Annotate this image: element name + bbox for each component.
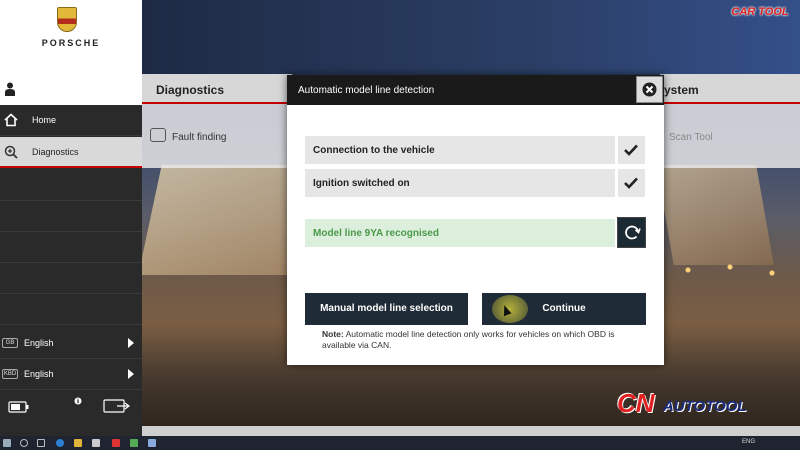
manual-model-line-selection-button[interactable]: Manual model line selection — [305, 293, 468, 325]
check-status — [618, 169, 645, 197]
tab-label: ystem — [664, 83, 699, 97]
status-strip — [142, 426, 800, 436]
sidebar-item-home[interactable]: Home — [0, 105, 142, 136]
porsche-crest-icon — [57, 7, 77, 32]
language-label: English — [24, 338, 54, 348]
sidebar-empty-slot — [0, 294, 142, 325]
note-text: Automatic model line detection only work… — [322, 329, 615, 350]
refresh-button[interactable] — [617, 217, 646, 248]
sidebar-empty-slot — [0, 170, 142, 201]
model-line-detection-dialog: Automatic model line detection Connectio… — [287, 75, 664, 365]
vci-connection-icon[interactable] — [103, 399, 131, 415]
dialog-note: Note: Automatic model line detection onl… — [322, 329, 642, 351]
chevron-right-icon — [128, 338, 134, 348]
windows-taskbar: ENG — [0, 436, 800, 450]
close-icon — [642, 82, 657, 97]
file-explorer-icon[interactable] — [74, 439, 82, 447]
language-label: English — [24, 369, 54, 379]
sidebar-item-diagnostics[interactable]: Diagnostics — [0, 137, 142, 168]
continue-label: Continue — [542, 303, 586, 314]
sidebar-item-label: Diagnostics — [32, 147, 79, 157]
scan-tool-link[interactable]: Scan Tool — [669, 132, 713, 143]
app-icon[interactable] — [112, 439, 120, 447]
watermark-cn: CN — [617, 388, 655, 418]
app-icon[interactable] — [148, 439, 156, 447]
check-connection: Connection to the vehicle — [305, 136, 615, 164]
app-icon[interactable] — [130, 439, 138, 447]
tab-system[interactable]: ystem — [660, 74, 800, 104]
fault-finding-icon — [150, 128, 166, 142]
watermark-autotool: AUTOTOOL — [663, 398, 747, 415]
refresh-icon — [625, 225, 641, 240]
note-label: Note: — [322, 329, 344, 339]
language-selector-keyboard[interactable]: KBD English — [0, 359, 142, 390]
input-language[interactable]: ENG — [742, 439, 755, 445]
home-icon — [4, 113, 18, 127]
check-label: Connection to the vehicle — [313, 145, 435, 156]
checkmark-icon — [624, 177, 638, 189]
logo-area: PORSCHE — [0, 0, 142, 74]
language-selector-gb[interactable]: GB English — [0, 328, 142, 359]
gb-flag-icon: GB — [2, 338, 18, 348]
store-icon[interactable] — [92, 439, 100, 447]
fault-finding-link[interactable]: Fault finding — [172, 132, 226, 143]
status-row — [0, 392, 142, 423]
brand-name: PORSCHE — [41, 38, 101, 48]
check-ignition: Ignition switched on — [305, 169, 615, 197]
chevron-right-icon — [128, 369, 134, 379]
watermark-car-tool: CAR TOOL — [731, 6, 789, 18]
sidebar-empty-slot — [0, 201, 142, 232]
tab-diagnostics[interactable]: Diagnostics — [142, 74, 292, 104]
sidebar-empty-slot — [0, 263, 142, 294]
sidebar-empty-slot — [0, 232, 142, 263]
diagnostics-icon — [4, 145, 18, 159]
check-status — [618, 136, 645, 164]
city-lights — [660, 255, 800, 285]
info-icon[interactable] — [74, 397, 82, 405]
dialog-title: Automatic model line detection — [298, 85, 435, 96]
user-icon — [5, 82, 15, 96]
search-icon[interactable] — [20, 439, 28, 447]
top-banner — [142, 0, 800, 74]
battery-icon — [8, 401, 29, 413]
model-line-label: Model line 9YA recognised — [313, 228, 439, 239]
edge-icon[interactable] — [56, 439, 64, 447]
task-view-icon[interactable] — [37, 439, 45, 447]
model-line-result: Model line 9YA recognised — [305, 219, 615, 247]
user-button[interactable] — [0, 74, 142, 105]
start-icon[interactable] — [3, 439, 11, 447]
dialog-header: Automatic model line detection — [287, 75, 664, 105]
sidebar-item-label: Home — [32, 115, 57, 125]
continue-button[interactable]: Continue — [482, 293, 646, 325]
keyboard-icon: KBD — [2, 369, 18, 379]
check-label: Ignition switched on — [313, 178, 410, 189]
sidebar: Home Diagnostics GB English KBD English — [0, 74, 142, 436]
close-button[interactable] — [636, 76, 663, 103]
tab-label: Diagnostics — [156, 83, 225, 97]
museum-building-right — [656, 165, 774, 265]
checkmark-icon — [624, 144, 638, 156]
